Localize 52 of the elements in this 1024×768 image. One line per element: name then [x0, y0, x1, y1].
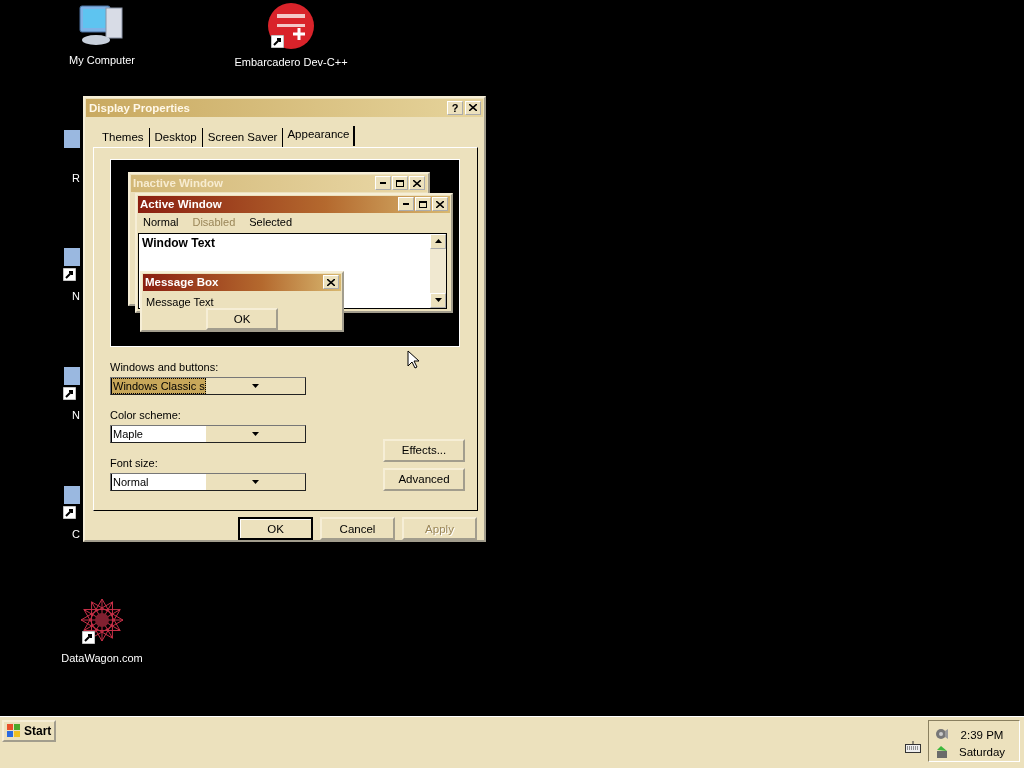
field-label: Color scheme:: [110, 408, 182, 422]
dropdown[interactable]: Maple: [110, 424, 306, 443]
icon-label: R: [72, 172, 80, 185]
button[interactable]: OK: [238, 517, 313, 540]
icon-label: Embarcadero Dev-C++: [234, 56, 348, 69]
menu-item: Disabled: [192, 215, 236, 228]
field-label: Windows and buttons:: [110, 360, 220, 374]
icon-label: My Computer: [69, 54, 135, 67]
start-button[interactable]: Start: [2, 720, 57, 742]
window-title: Active Window: [140, 198, 222, 210]
message-text: Message Text: [146, 295, 214, 308]
close-icon: [432, 197, 448, 211]
maximize-icon: [415, 197, 431, 211]
maximize-icon: [392, 176, 408, 190]
cursor-icon: [407, 350, 419, 369]
windows-logo-icon: [7, 724, 21, 738]
clock-day[interactable]: Saturday: [959, 746, 1006, 758]
ok-button[interactable]: OK: [206, 307, 278, 330]
minimize-icon: [398, 197, 414, 211]
close-button[interactable]: [465, 100, 481, 115]
window-title: Display Properties: [89, 101, 190, 114]
tab[interactable]: Themes: [97, 127, 150, 147]
tab[interactable]: Desktop: [149, 127, 203, 147]
field-label: Font size:: [110, 456, 159, 470]
keyboard-icon[interactable]: [905, 741, 921, 753]
dropdown-arrow-icon: [252, 431, 259, 436]
close-icon: [469, 104, 477, 112]
button[interactable]: Effects...: [383, 438, 465, 462]
network-icon[interactable]: [935, 745, 949, 759]
computer-icon[interactable]: [78, 2, 126, 48]
window-title: Inactive Window: [133, 177, 223, 189]
minimize-icon: [375, 176, 391, 190]
help-button[interactable]: ?: [447, 100, 463, 115]
icon-label: N: [72, 409, 80, 422]
down-arrow-icon: [434, 298, 442, 302]
close-icon: [409, 176, 425, 190]
speaker-icon[interactable]: [935, 727, 949, 741]
window-title: Message Box: [145, 276, 219, 288]
dropdown[interactable]: Normal: [110, 472, 306, 491]
button[interactable]: Advanced: [383, 467, 465, 491]
dropdown-arrow-icon: [252, 383, 259, 388]
icon-label: DataWagon.com: [61, 652, 143, 665]
app-logo-icon[interactable]: [267, 2, 315, 50]
up-arrow-icon: [434, 239, 442, 243]
icon-label: N: [72, 290, 80, 303]
icon-label: C: [72, 528, 80, 541]
dropdown[interactable]: Windows Classic s: [110, 376, 306, 395]
button[interactable]: Cancel: [320, 517, 395, 540]
close-icon: [323, 275, 339, 289]
clock-time[interactable]: 2:39 PM: [960, 729, 1004, 741]
window-text: Window Text: [141, 234, 216, 252]
dropdown-arrow-icon: [252, 479, 259, 484]
